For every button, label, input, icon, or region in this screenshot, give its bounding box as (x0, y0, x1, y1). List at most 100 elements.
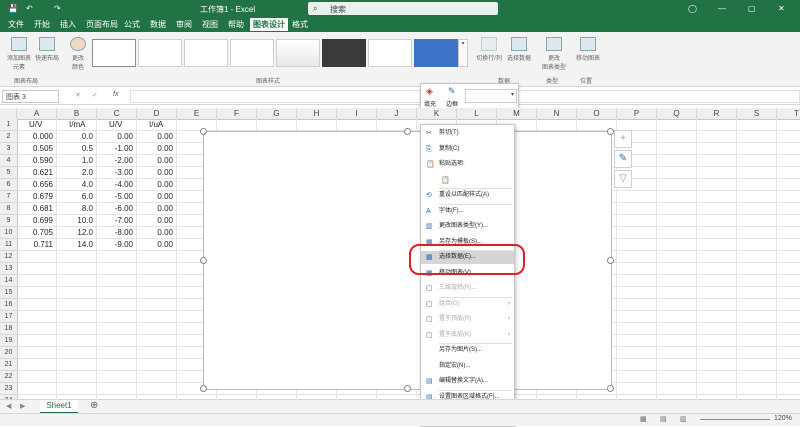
page-layout-icon[interactable]: ▤ (660, 415, 667, 423)
column-header-h[interactable]: H (297, 108, 337, 120)
table-cell[interactable]: 6.0 (57, 191, 93, 202)
row-header[interactable]: 1 (0, 119, 18, 131)
change-colors-button[interactable]: 更改 颜色 (66, 37, 90, 71)
table-cell[interactable]: -6.00 (97, 203, 133, 214)
table-cell[interactable]: 0.00 (137, 227, 173, 238)
column-header-q[interactable]: Q (657, 108, 697, 120)
table-cell[interactable]: 14.0 (57, 239, 93, 250)
autosave-icon[interactable]: 💾 (8, 4, 18, 13)
row-header[interactable]: 20 (0, 347, 18, 359)
undo-icon[interactable]: ↶ (26, 4, 33, 13)
outline-icon[interactable]: ✎ (448, 86, 456, 97)
chart-style-2[interactable] (138, 39, 182, 67)
tab-chart-design[interactable]: 图表设计 (250, 18, 288, 31)
tab-insert[interactable]: 插入 (60, 19, 76, 30)
table-cell[interactable]: 12.0 (57, 227, 93, 238)
name-box[interactable]: 图表 3 (2, 90, 59, 103)
table-cell[interactable]: 0.705 (17, 227, 53, 238)
add-chart-element-button[interactable]: 添加图表 元素 (4, 37, 34, 71)
table-header-cell[interactable]: I/uA (149, 119, 163, 130)
menu-item[interactable]: 另存为图片(S)... (421, 344, 514, 357)
resize-handle[interactable] (607, 385, 614, 392)
table-cell[interactable]: 8.0 (57, 203, 93, 214)
page-break-icon[interactable]: ▥ (680, 415, 687, 423)
formula-input[interactable] (130, 90, 422, 103)
row-header[interactable]: 5 (0, 167, 18, 179)
menu-item[interactable]: A 字体(F)... (421, 205, 514, 218)
row-header[interactable]: 2 (0, 131, 18, 143)
table-cell[interactable]: 0.5 (57, 143, 93, 154)
row-header[interactable]: 16 (0, 299, 18, 311)
menu-item[interactable]: ✂ 剪切(T) (421, 127, 514, 140)
column-header-i[interactable]: I (337, 108, 377, 120)
row-header[interactable]: 4 (0, 155, 18, 167)
table-cell[interactable]: -9.00 (97, 239, 133, 250)
confirm-icon[interactable]: ✓ (92, 91, 98, 99)
normal-view-icon[interactable]: ▦ (640, 415, 647, 423)
chart-style-5[interactable] (276, 39, 320, 67)
tab-data[interactable]: 数据 (150, 19, 166, 30)
minimize-icon[interactable]: — (718, 4, 726, 13)
tab-view[interactable]: 视图 (202, 19, 218, 30)
resize-handle[interactable] (607, 257, 614, 264)
table-cell[interactable]: 0.699 (17, 215, 53, 226)
chart-style-7[interactable] (368, 39, 412, 67)
tab-formulas[interactable]: 公式 (124, 19, 140, 30)
table-cell[interactable]: 0.00 (97, 131, 133, 142)
fx-icon[interactable]: fx (113, 91, 118, 98)
resize-handle[interactable] (404, 385, 411, 392)
search-box[interactable]: ⌕ 搜索 (308, 2, 498, 15)
table-cell[interactable]: 2.0 (57, 167, 93, 178)
table-cell[interactable]: -1.00 (97, 143, 133, 154)
add-sheet-icon[interactable]: ⊕ (90, 400, 98, 411)
column-header-o[interactable]: O (577, 108, 617, 120)
cancel-icon[interactable]: ✕ (75, 91, 81, 99)
chart-style-1[interactable] (92, 39, 136, 67)
chart-styles-brush-icon[interactable]: ✎ (614, 150, 632, 168)
table-cell[interactable]: -8.00 (97, 227, 133, 238)
column-header-p[interactable]: P (617, 108, 657, 120)
sheet-tab[interactable]: Sheet1 (40, 400, 78, 414)
menu-item[interactable]: 📋 粘贴选项: (421, 158, 514, 171)
menu-item[interactable]: ▢ 置于底层(K) › (421, 329, 514, 342)
tab-help[interactable]: 帮助 (228, 19, 244, 30)
move-chart-button[interactable]: 移动图表 (574, 37, 602, 62)
table-cell[interactable]: 0.00 (137, 167, 173, 178)
row-header[interactable]: 6 (0, 179, 18, 191)
table-cell[interactable]: 0.679 (17, 191, 53, 202)
table-cell[interactable]: 0.0 (57, 131, 93, 142)
column-header-f[interactable]: F (217, 108, 257, 120)
column-header-m[interactable]: M (497, 108, 537, 120)
column-header-e[interactable]: E (177, 108, 217, 120)
column-header-s[interactable]: S (737, 108, 777, 120)
table-cell[interactable]: 0.711 (17, 239, 53, 250)
menu-item[interactable]: ▢ 三维旋转(R)... (421, 282, 514, 295)
table-cell[interactable]: -5.00 (97, 191, 133, 202)
select-data-ribbon-button[interactable]: 选择数据 (504, 37, 534, 62)
column-header-j[interactable]: J (377, 108, 417, 120)
table-cell[interactable]: 0.00 (137, 155, 173, 166)
column-header-g[interactable]: G (257, 108, 297, 120)
menu-item[interactable]: ⎘ 复制(C) (421, 143, 514, 156)
menu-item[interactable]: ▤ 编辑替换文字(A)... (421, 375, 514, 388)
tab-home[interactable]: 开始 (34, 19, 50, 30)
table-cell[interactable]: 0.00 (137, 143, 173, 154)
row-header[interactable]: 18 (0, 323, 18, 335)
row-header[interactable]: 22 (0, 371, 18, 383)
chart-element-dropdown[interactable]: ▾ (465, 89, 517, 103)
table-cell[interactable]: -2.00 (97, 155, 133, 166)
row-header[interactable]: 10 (0, 227, 18, 239)
row-header[interactable]: 9 (0, 215, 18, 227)
switch-row-col-button[interactable]: 切换行/列 (474, 37, 504, 62)
row-header[interactable]: 14 (0, 275, 18, 287)
close-icon[interactable]: ✕ (778, 4, 785, 13)
chart-style-6[interactable] (322, 39, 366, 67)
row-header[interactable]: 12 (0, 251, 18, 263)
avatar[interactable]: ◯ (688, 4, 697, 13)
row-header[interactable]: 17 (0, 311, 18, 323)
chart-area[interactable] (203, 131, 612, 390)
menu-item[interactable]: ⟲ 重设以匹配样式(A) (421, 189, 514, 202)
table-cell[interactable]: 0.00 (137, 131, 173, 142)
chart-style-3[interactable] (184, 39, 228, 67)
menu-item[interactable]: ▢ 组合(G) › (421, 298, 514, 311)
